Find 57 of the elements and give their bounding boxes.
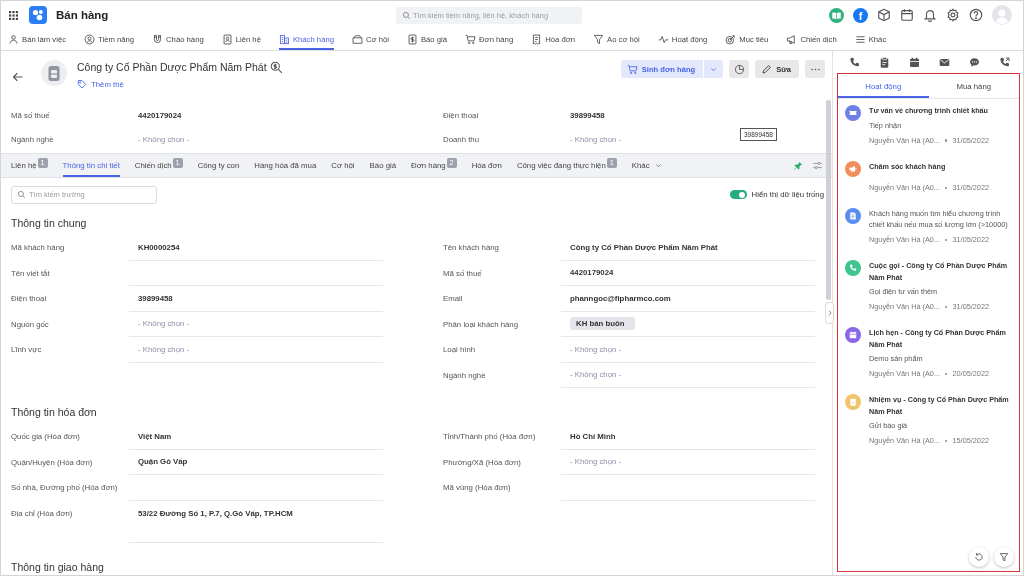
- chart-button[interactable]: [729, 60, 750, 78]
- calendar-icon[interactable]: [900, 8, 914, 22]
- box-icon: [351, 34, 363, 45]
- menu-icon: [854, 34, 866, 45]
- pie-chart-icon: [733, 63, 745, 75]
- building-icon: [278, 34, 290, 45]
- bell-icon[interactable]: [923, 8, 937, 22]
- app-title: Bán hàng: [56, 9, 109, 21]
- bullet-icon: [945, 139, 948, 142]
- section-title: Thông tin chung: [11, 217, 87, 229]
- search-dollar-icon[interactable]: [269, 60, 283, 74]
- user-circle-icon: [84, 34, 95, 45]
- megaphone-icon: [786, 34, 798, 45]
- section-title: Thông tin giao hàng: [11, 560, 104, 573]
- section-title: Thông tin hóa đơn: [11, 406, 97, 418]
- contact-card-icon: [221, 34, 233, 45]
- book-icon[interactable]: [829, 7, 844, 23]
- phone-icon[interactable]: [848, 56, 860, 68]
- magnet-icon: [152, 34, 164, 45]
- phone-forward-icon[interactable]: [999, 56, 1011, 68]
- pulse-icon: [657, 34, 669, 45]
- chevron-right-icon: [826, 307, 833, 319]
- target-icon: [725, 34, 737, 45]
- tag-icon: [77, 79, 87, 89]
- app-grid-icon[interactable]: [9, 10, 18, 20]
- toggle-switch[interactable]: [729, 190, 747, 199]
- refresh-icon: [974, 552, 984, 562]
- funnel-icon: [593, 34, 604, 45]
- back-arrow-icon[interactable]: [12, 71, 24, 83]
- more-icon: [810, 67, 820, 71]
- settings-icon[interactable]: [946, 8, 960, 22]
- building-avatar-icon: [41, 60, 67, 86]
- cart-icon: [465, 34, 477, 45]
- filter-button[interactable]: [994, 547, 1014, 567]
- record-title: Công ty Cổ Phần Dược Phẩm Năm Phát: [77, 60, 267, 74]
- help-icon[interactable]: [969, 8, 983, 22]
- chat-icon[interactable]: [969, 56, 981, 68]
- app-logo-icon: [29, 6, 47, 24]
- search-icon: [17, 190, 26, 199]
- calendar-icon[interactable]: [908, 56, 920, 68]
- chevron-down-icon: [653, 161, 663, 170]
- sliders-icon[interactable]: [812, 160, 823, 171]
- facebook-logo[interactable]: f: [853, 7, 868, 23]
- filter-icon: [999, 552, 1009, 562]
- receipt-icon: [531, 34, 543, 45]
- refresh-button[interactable]: [969, 547, 989, 567]
- clipboard-icon[interactable]: [878, 56, 890, 68]
- mail-icon[interactable]: [939, 56, 951, 68]
- search-icon: [402, 10, 411, 20]
- document-icon: [406, 34, 418, 45]
- person-icon: [8, 34, 19, 45]
- cart-icon: [626, 63, 638, 75]
- scrollbar[interactable]: [826, 100, 831, 300]
- package-icon[interactable]: [877, 8, 891, 22]
- pin-icon[interactable]: [793, 160, 803, 171]
- collapse-handle[interactable]: [825, 302, 834, 324]
- pencil-icon: [761, 63, 773, 75]
